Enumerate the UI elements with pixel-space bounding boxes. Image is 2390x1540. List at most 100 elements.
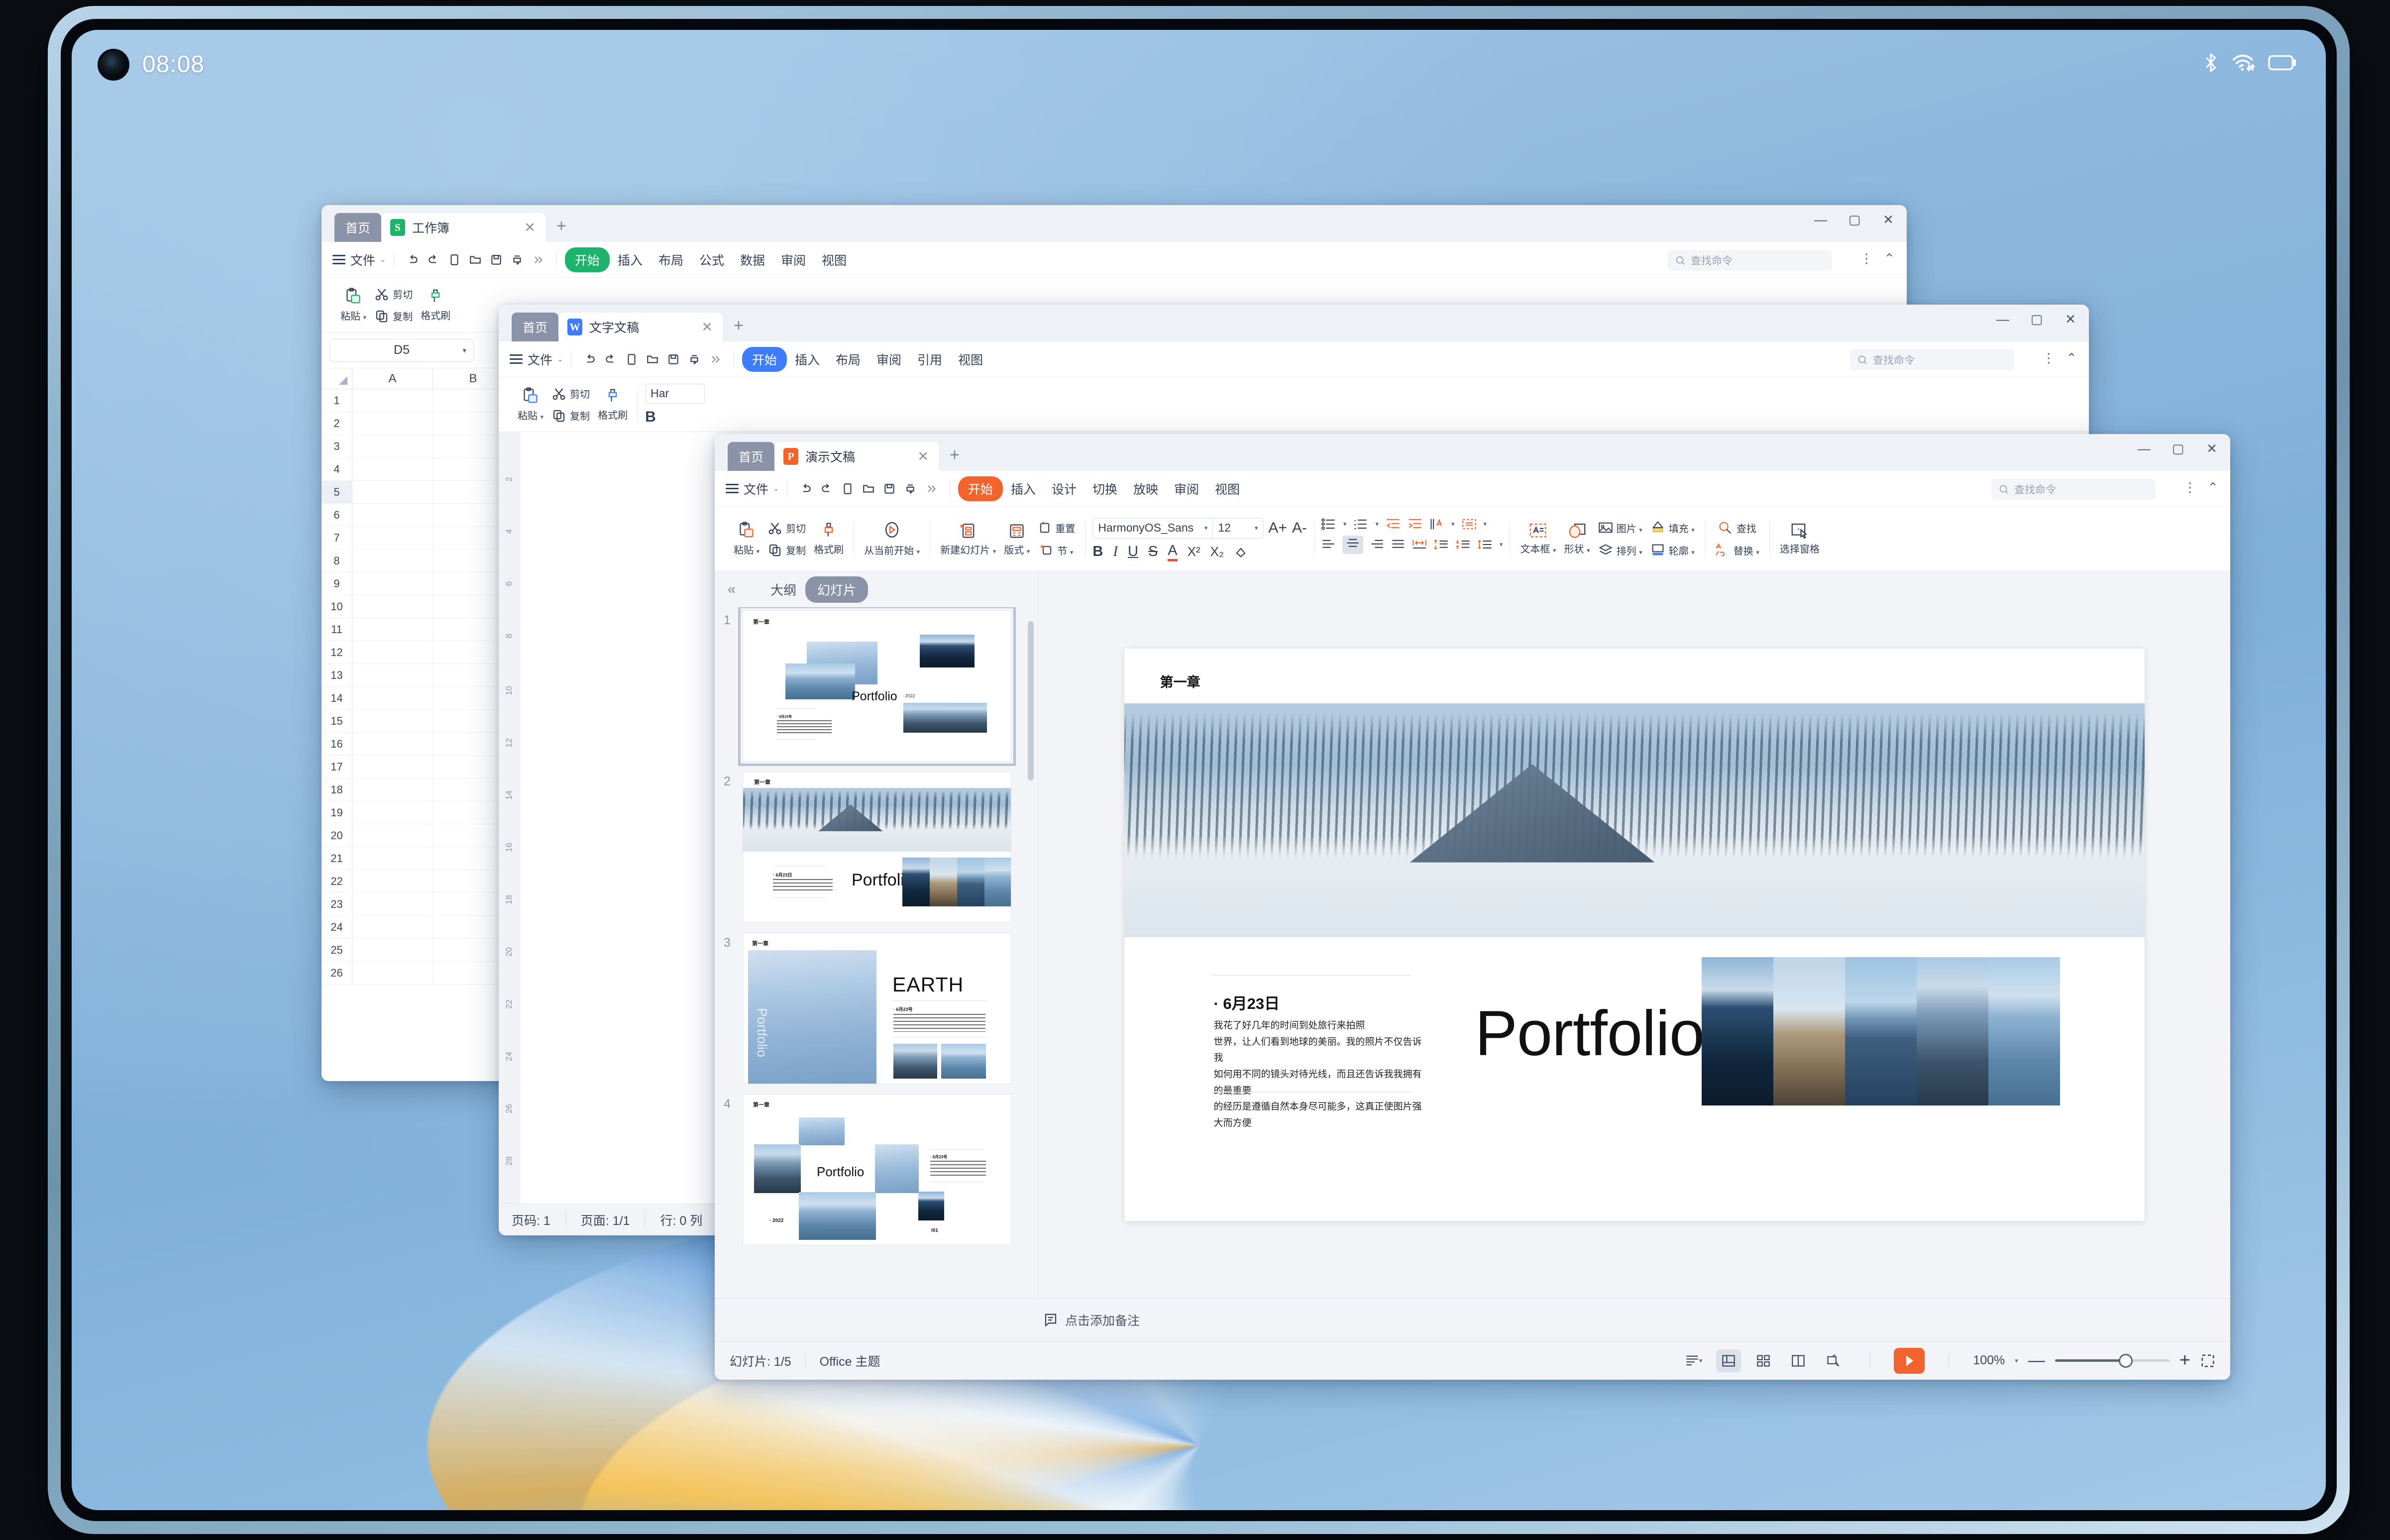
cell-A25[interactable] [352, 939, 433, 961]
row-header[interactable]: 23 [322, 893, 352, 915]
cell-A5[interactable] [352, 481, 433, 503]
writer-ribbon-tab-4[interactable]: 引用 [909, 350, 950, 368]
writer-home-tab[interactable]: 首页 [512, 313, 558, 341]
ppt-ribbon-tab-5[interactable]: 审阅 [1166, 480, 1207, 498]
cell-A3[interactable] [352, 435, 433, 457]
ppt-replace-button[interactable]: 替换 ▾ [1712, 541, 1762, 559]
undo-icon[interactable] [795, 478, 816, 499]
save-icon[interactable] [663, 349, 684, 370]
collapse-ribbon-icon[interactable]: ⌃ [2066, 350, 2077, 366]
row-header[interactable]: 1 [322, 389, 352, 412]
maximize-button[interactable]: ▢ [2028, 312, 2045, 327]
row-header[interactable]: 13 [322, 664, 352, 686]
minimize-button[interactable]: — [1812, 212, 1829, 227]
new-file-icon[interactable] [444, 249, 465, 270]
slide-thumbnail-4[interactable]: 第一章 Portfolio · 2022 · 6月23号 /01 [743, 1094, 1011, 1245]
ppt-font-name[interactable]: HarmonyOS_Sans [1098, 521, 1194, 535]
cell-A11[interactable] [352, 618, 433, 641]
chevron-down-icon[interactable]: ▾ [1204, 524, 1208, 532]
eraser-icon[interactable] [1234, 545, 1248, 559]
row-header[interactable]: 19 [322, 801, 352, 824]
fit-to-window-icon[interactable] [2200, 1353, 2215, 1368]
print-icon[interactable] [900, 478, 921, 499]
row-header[interactable]: 14 [322, 687, 352, 709]
cell-A4[interactable] [352, 458, 433, 480]
slide-thumbnail-list[interactable]: 1 第一章 Portfolio · 2022 · 6月23号 2 第一章 · 6… [715, 607, 1038, 1298]
ppt-ribbon-tab-6[interactable]: 视图 [1207, 480, 1248, 498]
ppt-select-pane-button[interactable]: 选择窗格 [1777, 520, 1823, 557]
sheet-ribbon-tab-1[interactable]: 插入 [610, 251, 651, 269]
ppt-start-from-current-button[interactable]: 从当前开始 ▾ [861, 519, 923, 559]
collapse-ribbon-icon[interactable]: ⌃ [1884, 251, 1895, 266]
slide-title-text[interactable]: Portfolio [1475, 997, 1705, 1070]
tab-slides[interactable]: 幻灯片 [805, 576, 869, 603]
row-header[interactable]: 6 [322, 504, 352, 526]
collapse-ribbon-icon[interactable]: ⌃ [2207, 480, 2218, 495]
row-header[interactable]: 10 [322, 595, 352, 618]
slide-body-text[interactable]: 我花了好几年的时间到处旅行来拍照 世界，让人们看到地球的美丽。我的照片不仅告诉我… [1214, 1018, 1428, 1132]
writer-font-name[interactable]: Har [651, 387, 669, 400]
row-header[interactable]: 4 [322, 458, 352, 480]
ppt-subscript-button[interactable]: X₂ [1210, 544, 1224, 559]
select-all-corner[interactable] [322, 368, 352, 389]
redo-icon[interactable] [816, 478, 837, 499]
row-header[interactable]: 18 [322, 778, 352, 801]
row-header[interactable]: 7 [322, 527, 352, 549]
chevron-down-icon[interactable]: ▾ [1255, 524, 1258, 532]
normal-view-button[interactable] [1716, 1349, 1741, 1372]
ppt-find-button[interactable]: 查找 [1712, 519, 1762, 537]
increase-spacing-icon[interactable] [1434, 539, 1449, 550]
zoom-slider-knob[interactable] [2119, 1353, 2133, 1368]
ppt-underline-button[interactable]: U [1128, 544, 1138, 560]
increase-indent-icon[interactable] [1408, 518, 1422, 531]
row-header[interactable]: 21 [322, 847, 352, 870]
cell-A14[interactable] [352, 687, 433, 709]
ppt-cut-button[interactable]: 剪切 [764, 519, 809, 538]
ppt-picture-button[interactable]: 图片 ▾ [1595, 519, 1645, 537]
new-file-icon[interactable] [621, 349, 642, 370]
ppt-outline-button[interactable]: 轮廓 ▾ [1647, 541, 1698, 559]
sheet-document-tab[interactable]: S 工作簿 ✕ [381, 213, 545, 242]
zoom-out-button[interactable]: — [2028, 1352, 2045, 1369]
bulleted-list-icon[interactable] [1321, 518, 1336, 531]
slide-panel-scrollbar[interactable] [1028, 621, 1034, 780]
redo-icon[interactable] [423, 249, 444, 270]
cell-A16[interactable] [352, 733, 433, 755]
row-header[interactable]: 3 [322, 435, 352, 457]
ppt-ribbon-tab-2[interactable]: 设计 [1044, 480, 1085, 498]
row-header[interactable]: 20 [322, 824, 352, 847]
decrease-indent-icon[interactable] [1386, 518, 1401, 531]
close-window-button[interactable]: ✕ [2062, 312, 2079, 327]
ppt-search-box[interactable]: 查找命令 [1991, 479, 2156, 500]
slide-header-text[interactable]: 第一章 [1160, 671, 1200, 691]
cell-A22[interactable] [352, 870, 433, 892]
list-item[interactable]: 3 第一章 Portfolio EARTH · 6月23号 [724, 933, 1026, 1084]
writer-paste-button[interactable]: 粘贴 ▾ [515, 385, 546, 424]
slide-image-strip[interactable] [1701, 957, 2060, 1105]
cell-A13[interactable] [352, 664, 433, 686]
sheet-copy-button[interactable]: 复制 [371, 307, 416, 326]
cell-A9[interactable] [352, 572, 433, 595]
sheet-ribbon-tab-3[interactable]: 公式 [691, 251, 732, 269]
new-tab-icon[interactable]: + [556, 217, 566, 236]
align-text-icon[interactable] [1462, 518, 1477, 531]
ppt-home-tab[interactable]: 首页 [728, 442, 774, 471]
row-header[interactable]: 17 [322, 756, 352, 778]
minimize-button[interactable]: — [2136, 441, 2153, 456]
row-header[interactable]: 16 [322, 733, 352, 755]
cell-A6[interactable] [352, 504, 433, 526]
writer-ribbon-tab-0[interactable]: 开始 [742, 346, 787, 372]
new-tab-icon[interactable]: + [734, 316, 744, 335]
sheet-ribbon-tab-6[interactable]: 视图 [814, 251, 855, 269]
cell-A10[interactable] [352, 595, 433, 618]
collapse-panel-icon[interactable]: « [728, 581, 736, 598]
ppt-document-tab[interactable]: P 演示文稿 ✕ [774, 442, 939, 471]
more-quick-icon[interactable] [921, 478, 942, 499]
ppt-superscript-button[interactable]: X² [1188, 544, 1200, 559]
open-folder-icon[interactable] [642, 349, 663, 370]
align-right-icon[interactable] [1370, 539, 1384, 550]
open-folder-icon[interactable] [858, 478, 879, 499]
line-spacing-icon[interactable] [1478, 539, 1493, 550]
ppt-strikethrough-button[interactable]: S [1148, 544, 1158, 560]
save-icon[interactable] [879, 478, 900, 499]
